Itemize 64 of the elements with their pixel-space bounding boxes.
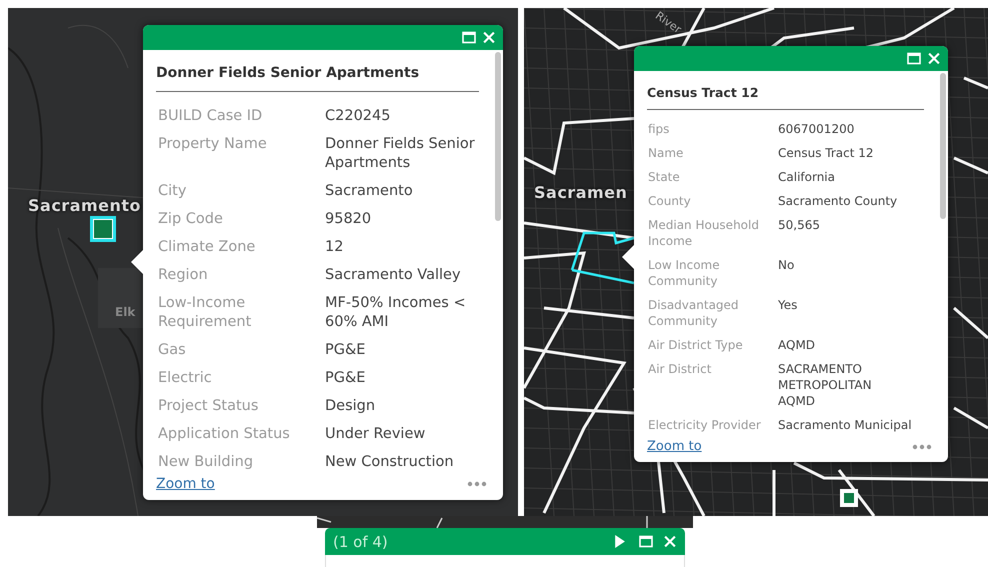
field-label: Zip Code xyxy=(158,210,224,229)
popup-title: Donner Fields Senior Apartments xyxy=(156,50,479,92)
field-label: Air District Type xyxy=(648,337,744,353)
field-label: Name xyxy=(648,145,684,161)
field-label: State xyxy=(648,169,681,185)
scrollbar[interactable] xyxy=(495,52,501,221)
maximize-icon[interactable] xyxy=(462,31,476,44)
scrollbar[interactable] xyxy=(940,73,946,219)
field-label: Disadvantaged Community xyxy=(648,297,740,329)
field-label: Application Status xyxy=(158,425,291,444)
field-value: 6067001200 xyxy=(778,121,856,137)
field-label: City xyxy=(158,182,188,201)
field-label: Low Income Community xyxy=(648,257,721,289)
feature-counter: (1 of 4) xyxy=(333,532,389,550)
field-value: Sacramento Municipal xyxy=(778,417,912,433)
field-label: Project Status xyxy=(158,397,260,416)
field-label: Climate Zone xyxy=(158,238,256,257)
field-label: Electric xyxy=(158,369,213,388)
map-marker-icon[interactable] xyxy=(90,216,116,242)
maximize-icon[interactable] xyxy=(639,535,653,548)
field-value: New Construction xyxy=(325,453,455,472)
field-value: Sacramento County xyxy=(778,193,898,209)
field-label: Electricity Provider xyxy=(648,417,762,433)
field-value: No xyxy=(778,257,796,274)
field-label: BUILD Case ID xyxy=(158,107,264,126)
field-value: 95820 xyxy=(325,210,372,229)
field-value: Sacramento Valley xyxy=(325,266,462,285)
next-arrow-icon[interactable] xyxy=(614,535,625,548)
field-value: C220245 xyxy=(325,107,392,126)
maximize-icon[interactable] xyxy=(907,52,921,65)
field-value: Yes xyxy=(778,297,798,314)
field-label: County xyxy=(648,193,692,209)
field-value: PG&E xyxy=(325,341,366,360)
field-label: Low-Income Requirement xyxy=(158,294,252,332)
close-icon[interactable] xyxy=(927,52,941,65)
field-value: Donner Fields Senior Apartments xyxy=(325,135,476,173)
close-icon[interactable] xyxy=(482,31,496,44)
field-value: Under Review xyxy=(325,425,426,444)
close-icon[interactable] xyxy=(663,535,677,548)
zoom-to-link[interactable]: Zoom to xyxy=(647,439,702,454)
field-value: SACRAMENTO METROPOLITAN AQMD xyxy=(778,361,873,409)
city-label: Sacramento xyxy=(28,196,142,215)
field-label: Air District xyxy=(648,361,712,378)
town-label: Elk xyxy=(115,305,136,319)
field-value: Design xyxy=(325,397,376,416)
field-label: New Building xyxy=(158,453,254,472)
more-options-icon[interactable] xyxy=(912,444,932,450)
popup-title: Census Tract 12 xyxy=(647,71,924,110)
field-value: 50,565 xyxy=(778,217,821,234)
field-value: Census Tract 12 xyxy=(778,145,875,161)
field-value: AQMD xyxy=(778,337,816,353)
field-label: Gas xyxy=(158,341,187,360)
field-label: fips xyxy=(648,121,670,137)
field-value: PG&E xyxy=(325,369,366,388)
field-label: Property Name xyxy=(158,135,268,154)
field-label: Region xyxy=(158,266,209,285)
field-value: 12 xyxy=(325,238,344,257)
more-options-icon[interactable] xyxy=(467,481,487,487)
field-value: Sacramento xyxy=(325,182,414,201)
field-value: MF-50% Incomes < 60% AMI xyxy=(325,294,467,332)
zoom-to-link[interactable]: Zoom to xyxy=(156,476,215,492)
city-label: Sacramen xyxy=(534,183,628,202)
field-value: California xyxy=(778,169,836,185)
field-label: Median Household Income xyxy=(648,217,760,249)
